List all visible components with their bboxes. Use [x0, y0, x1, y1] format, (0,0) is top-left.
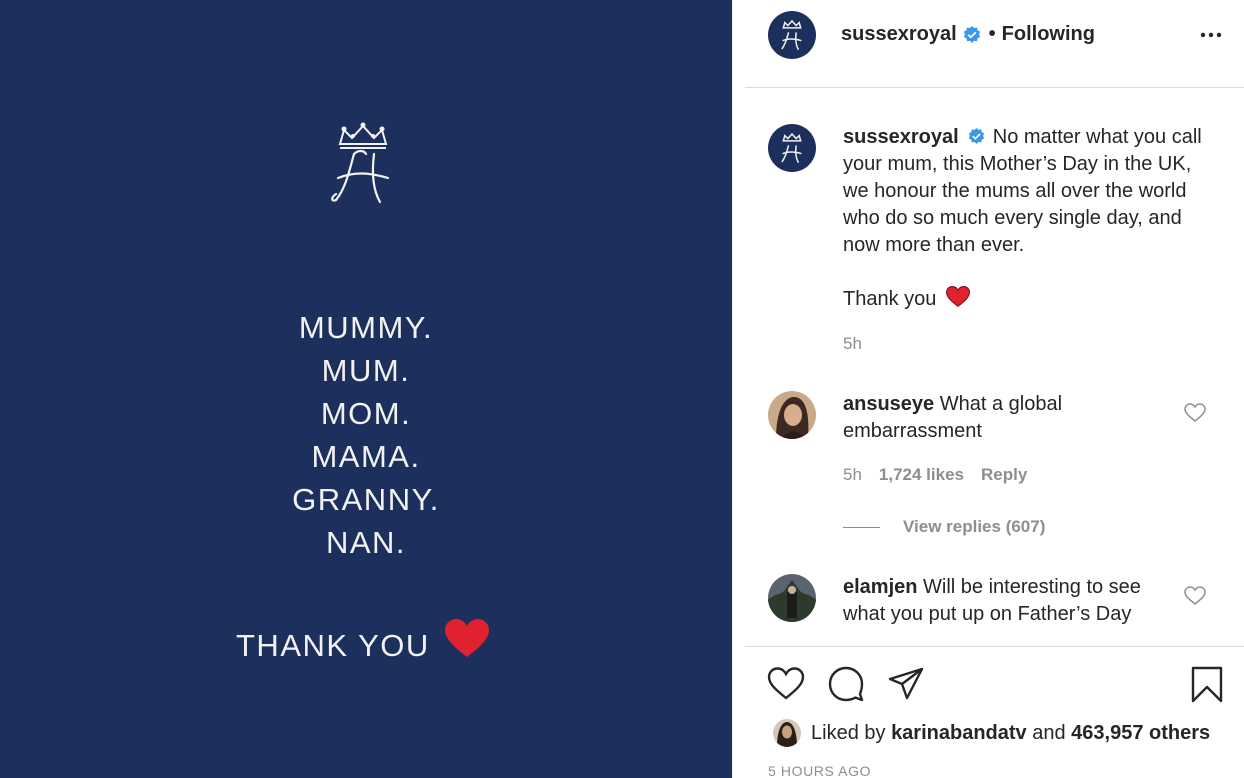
salutation-word: MUM. — [321, 353, 411, 388]
liked-by-prefix: Liked by — [811, 721, 886, 744]
username-link[interactable]: sussexroyal — [841, 23, 957, 46]
avatar[interactable] — [768, 11, 816, 59]
liked-by-user[interactable]: karinabandatv — [891, 722, 1027, 745]
avatar[interactable] — [768, 391, 816, 439]
red-heart-icon — [945, 286, 970, 308]
comment-likes[interactable]: 1,724 likes — [879, 465, 964, 485]
separator-dot: • — [988, 23, 996, 45]
heart-outline-icon[interactable] — [1184, 403, 1206, 423]
red-heart-icon — [444, 619, 489, 657]
avatar[interactable] — [768, 124, 816, 172]
comment-username[interactable]: elamjen — [843, 576, 917, 598]
verified-badge-icon — [963, 25, 980, 43]
avatar[interactable] — [773, 719, 801, 747]
view-replies-button[interactable]: View replies (607) — [843, 517, 1045, 537]
avatar[interactable] — [768, 574, 816, 622]
user-photo-icon — [768, 574, 816, 622]
divider-line — [843, 526, 880, 528]
reply-button[interactable]: Reply — [981, 465, 1027, 485]
salutation-word: MUMMY. — [298, 310, 434, 345]
caption-body: sussexroyal No matter what you call your… — [843, 124, 1203, 313]
view-replies-label: View replies (607) — [903, 517, 1046, 536]
share-icon[interactable] — [887, 665, 925, 703]
post-timestamp: 5 HOURS AGO — [768, 763, 872, 778]
thank-you-row: THANK YOU — [236, 619, 490, 672]
comment-username[interactable]: ansuseye — [843, 393, 934, 415]
comment-body: elamjen Will be interesting to see what … — [843, 574, 1173, 628]
comment-time: 5h — [843, 465, 862, 484]
royal-monogram-icon — [781, 19, 802, 51]
likes-count-button[interactable]: 463,957 others — [1071, 722, 1210, 745]
post-side-panel: sussexroyal • Following sussexroyal No m… — [745, 0, 1244, 778]
panel-divider — [732, 0, 745, 778]
bookmark-icon[interactable] — [1188, 665, 1226, 703]
thank-you-text: THANK YOU — [236, 628, 430, 663]
user-photo-icon — [768, 391, 816, 439]
post-actions: Liked by karinabandatv and 463,957 other… — [745, 646, 1244, 778]
more-options-icon[interactable] — [1200, 24, 1222, 46]
user-photo-icon — [773, 719, 801, 747]
salutation-word: MOM. — [320, 396, 412, 431]
post-image[interactable]: MUMMY. MUM. MOM. MAMA. GRANNY. NAN. THAN… — [0, 0, 732, 778]
heart-icon[interactable] — [767, 665, 805, 703]
salutation-word: MAMA. — [311, 439, 421, 474]
liked-by-conjunction: and — [1032, 721, 1066, 744]
heart-outline-icon[interactable] — [1184, 586, 1206, 606]
salutation-word: GRANNY. — [292, 482, 440, 517]
caption-time: 5h — [843, 334, 862, 353]
verified-badge-icon — [968, 128, 985, 145]
liked-by-row: Liked by karinabandatv and 463,957 other… — [773, 719, 1210, 747]
royal-monogram-icon — [781, 132, 802, 164]
comment-icon[interactable] — [827, 665, 865, 703]
post-author: sussexroyal • Following — [841, 23, 1095, 46]
royal-monogram-icon — [331, 122, 390, 204]
salutation-word: NAN. — [325, 525, 407, 560]
post-header: sussexroyal • Following — [745, 0, 1244, 88]
salutation-list: MUMMY. MUM. MOM. MAMA. GRANNY. NAN. — [0, 306, 732, 564]
following-button[interactable]: Following — [1002, 23, 1095, 46]
caption-username[interactable]: sussexroyal — [843, 126, 959, 148]
caption-thanks: Thank you — [843, 288, 937, 310]
comment-meta: 5h 1,724 likes Reply — [843, 465, 1027, 485]
comment-body: ansuseye What a global embarrassment — [843, 391, 1173, 445]
